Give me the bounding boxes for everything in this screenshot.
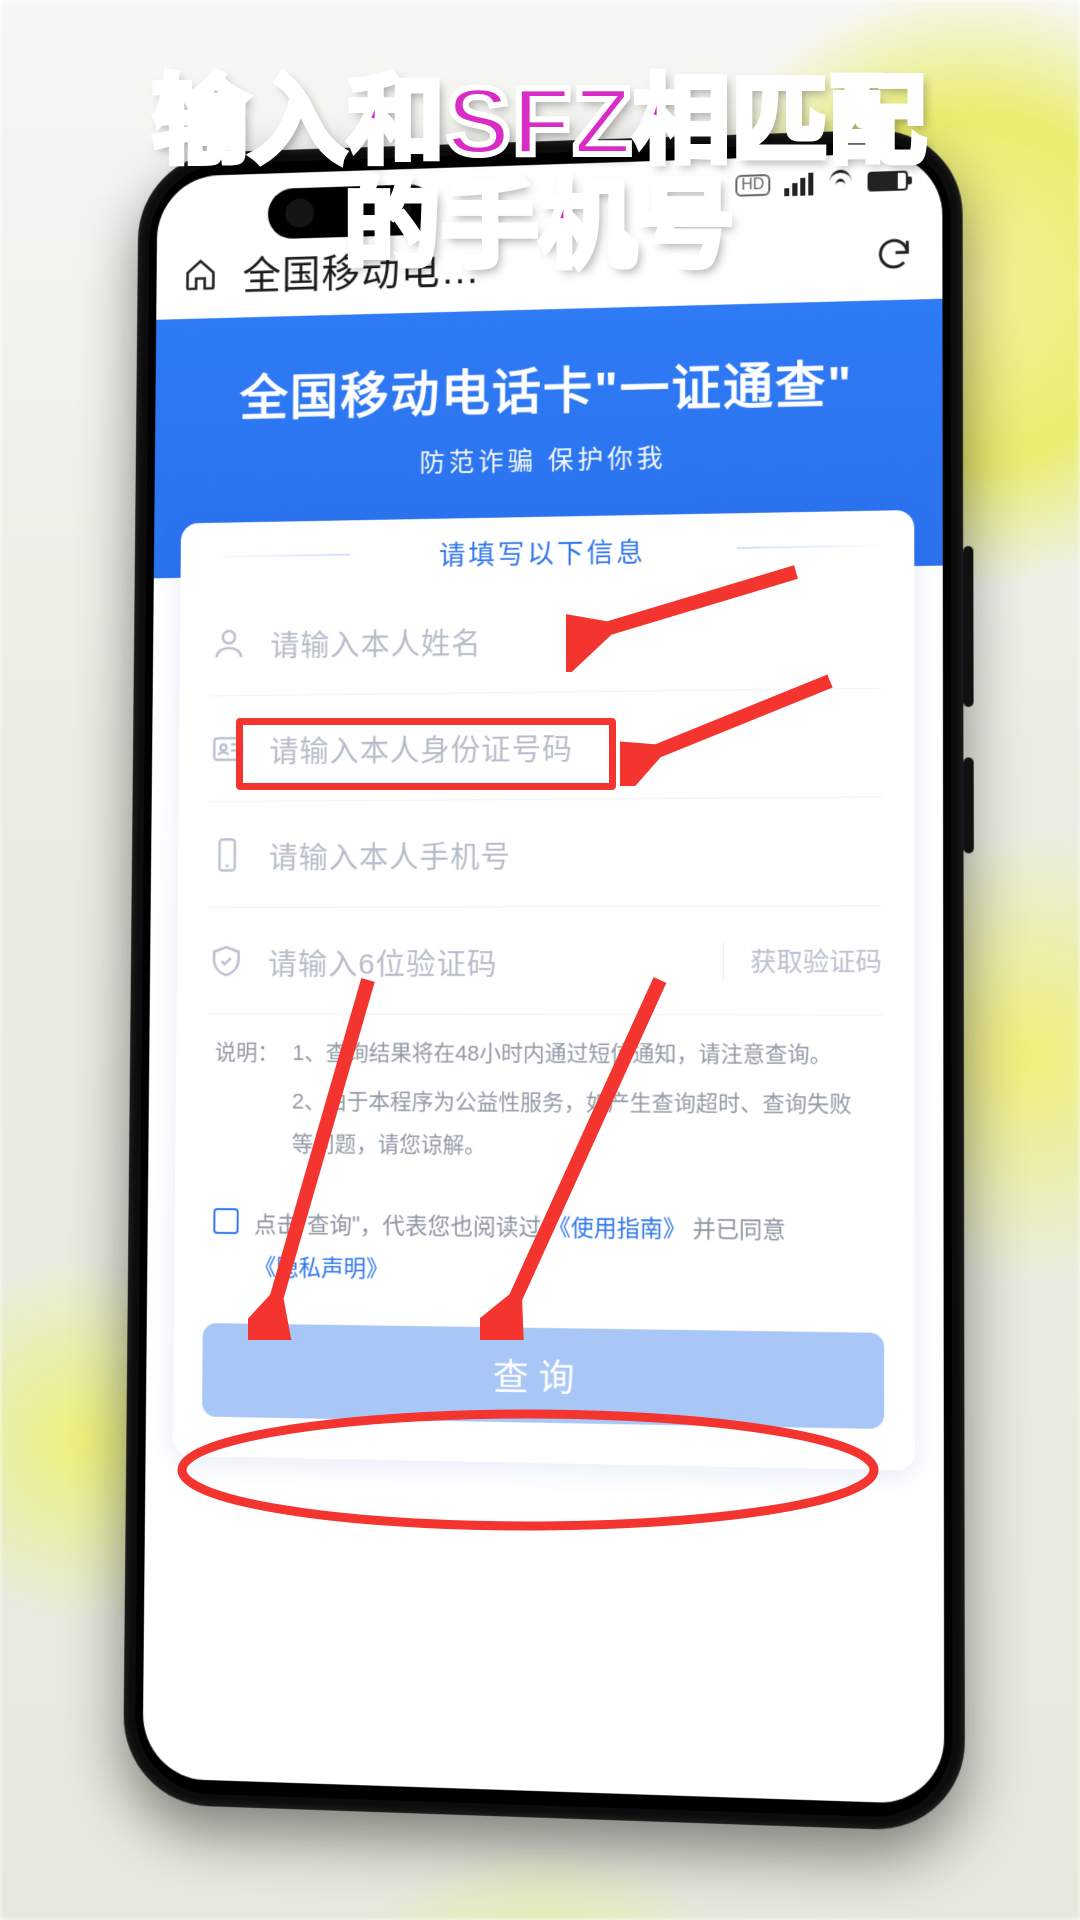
name-placeholder: 请输入本人姓名 [270,612,882,664]
home-icon[interactable] [183,256,218,292]
agreement-checkbox[interactable] [213,1208,238,1234]
note-1: 查询结果将在48小时内通过短信通知，请注意查询。 [326,1040,832,1067]
hd-badge: HD [735,174,770,197]
card-header: 请填写以下信息 [180,510,914,592]
camera-notch [268,184,434,240]
id-card-icon [210,730,247,768]
battery-icon [868,171,908,192]
card-header-text: 请填写以下信息 [439,530,646,572]
usage-guide-link[interactable]: 《使用指南》 [548,1214,686,1242]
phone-placeholder: 请输入本人手机号 [269,829,882,876]
notes-label: 说明： [215,1032,279,1075]
refresh-icon[interactable] [874,234,914,275]
name-field[interactable]: 请输入本人姓名 [210,581,882,697]
phone-field[interactable]: 请输入本人手机号 [208,797,882,908]
volume-button [963,546,973,707]
signal-icon [784,172,813,196]
code-field[interactable]: 请输入6位验证码 获取验证码 [207,906,882,1015]
query-button[interactable]: 查询 [202,1323,884,1429]
wifi-icon [827,172,853,193]
agreement-text: 点击"查询"，代表您也阅读过 《使用指南》 并已同意 《隐私声明》 [254,1203,786,1297]
code-placeholder: 请输入6位验证码 [268,938,699,982]
page-title[interactable]: 全国移动电… [242,227,847,301]
notes-block: 说明： 1、查询结果将在48小时内通过短信通知，请注意查询。 说明： 2、由于本… [214,1032,874,1170]
id-field[interactable]: 请输入本人身份证号码 [209,689,882,802]
banner-title: 全国移动电话卡"一证通查" [165,343,933,432]
privacy-link[interactable]: 《隐私声明》 [254,1254,389,1282]
phone-device: HD 全国移动电… 全国移动电话卡"一证通查" 防范诈骗 保护你我 请填写以下信… [123,127,965,1832]
form-card: 请填写以下信息 请输入本人姓名 请输入本人身份证号码 请输入本人手机号 [173,510,915,1471]
query-button-label: 查询 [493,1348,585,1402]
power-button [963,757,973,853]
id-placeholder: 请输入本人身份证号码 [269,720,882,769]
shield-icon [208,942,245,979]
person-icon [211,624,248,662]
note-2: 由于本程序为公益性服务，如产生查询超时、查询失败等问题，请您谅解。 [292,1089,852,1158]
banner-subtitle: 防范诈骗 保护你我 [164,433,932,485]
get-code-button[interactable]: 获取验证码 [723,942,882,979]
phone-screen: HD 全国移动电… 全国移动电话卡"一证通查" 防范诈骗 保护你我 请填写以下信… [142,152,944,1805]
agreement-row: 点击"查询"，代表您也阅读过 《使用指南》 并已同意 《隐私声明》 [213,1203,874,1298]
phone-icon [209,836,246,873]
